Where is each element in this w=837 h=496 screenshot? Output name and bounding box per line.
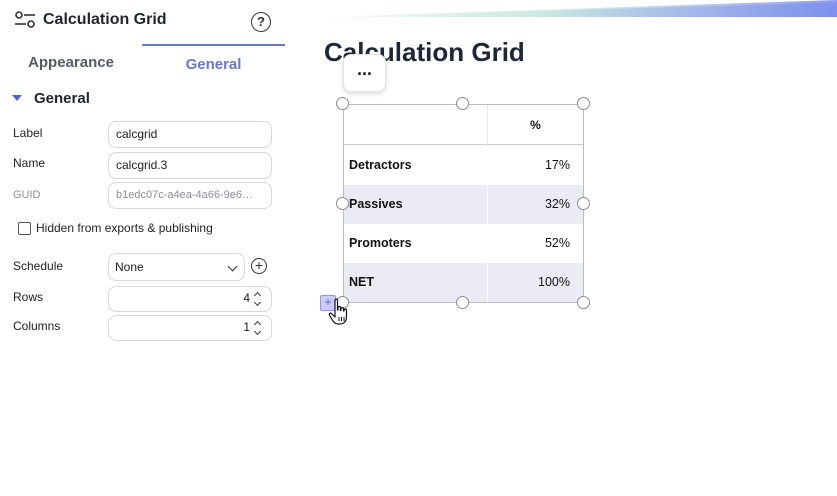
resize-handle-top-left[interactable] [336,97,349,110]
schedule-select[interactable]: None [108,253,245,281]
guid-field-label: GUID [13,189,41,201]
row-value: 32% [544,197,570,211]
hidden-from-exports-checkbox[interactable] [18,222,31,235]
column-divider [487,185,488,224]
resize-handle-top[interactable] [456,97,469,110]
row-value: 52% [544,236,570,250]
row-label: NET [349,275,374,289]
guid-input[interactable]: b1edc07c-a4ea-4a66-9e6… [108,182,272,209]
columns-label: Columns [13,319,61,333]
schedule-value: None [115,260,144,274]
columns-value: 1 [243,320,250,334]
tab-appearance[interactable]: Appearance [0,44,142,78]
grid-column-header[interactable]: % [488,118,583,132]
row-value: 100% [538,275,570,289]
collapse-triangle-icon [12,95,22,101]
name-field-label: Name [13,156,46,170]
properties-panel: Calculation Grid ? Appearance General Ge… [0,0,300,496]
table-row[interactable]: Promoters 52% [344,224,583,263]
grid-header-row: % [344,105,583,145]
row-label: Passives [349,197,403,211]
label-field-label: Label [13,126,43,140]
resize-handle-right[interactable] [577,197,590,210]
panel-title: Calculation Grid [43,11,167,28]
schedule-label: Schedule [13,259,64,273]
help-icon[interactable]: ? [251,12,271,32]
rows-stepper[interactable]: 4 [108,286,272,312]
chevron-down-icon[interactable] [253,298,262,307]
resize-handle-left[interactable] [336,197,349,210]
resize-handle-top-right[interactable] [577,97,590,110]
table-row[interactable]: Detractors 17% [344,146,583,185]
column-divider [487,263,488,302]
resize-handle-bottom-right[interactable] [577,296,590,309]
columns-stepper-arrows[interactable] [253,319,263,337]
calculation-grid[interactable]: % Detractors 17% Passives 32% Promoters … [343,104,584,303]
rows-label: Rows [13,290,44,304]
section-general-label: General [34,90,90,107]
row-value: 17% [544,158,570,172]
resize-handle-bottom[interactable] [456,296,469,309]
chevron-down-icon[interactable] [253,327,262,336]
row-label: Promoters [349,236,412,250]
sliders-icon [15,11,35,28]
label-input[interactable]: calcgrid [108,121,272,148]
name-input[interactable]: calcgrid.3 [108,152,272,179]
table-row[interactable]: Passives 32% [344,185,583,224]
panel-header: Calculation Grid ? [0,0,300,42]
row-label: Detractors [349,158,412,172]
hidden-from-exports-label: Hidden from exports & publishing [36,221,213,235]
more-options-button[interactable]: ... [343,54,386,92]
tab-general[interactable]: General [142,44,285,78]
chevron-down-icon [227,261,238,272]
rows-stepper-arrows[interactable] [253,290,263,308]
add-schedule-icon[interactable]: + [251,258,267,274]
panel-tabs: Appearance General [0,44,285,78]
rows-value: 4 [243,291,250,305]
columns-stepper[interactable]: 1 [108,315,272,341]
hand-pointer-cursor-icon [328,298,348,325]
